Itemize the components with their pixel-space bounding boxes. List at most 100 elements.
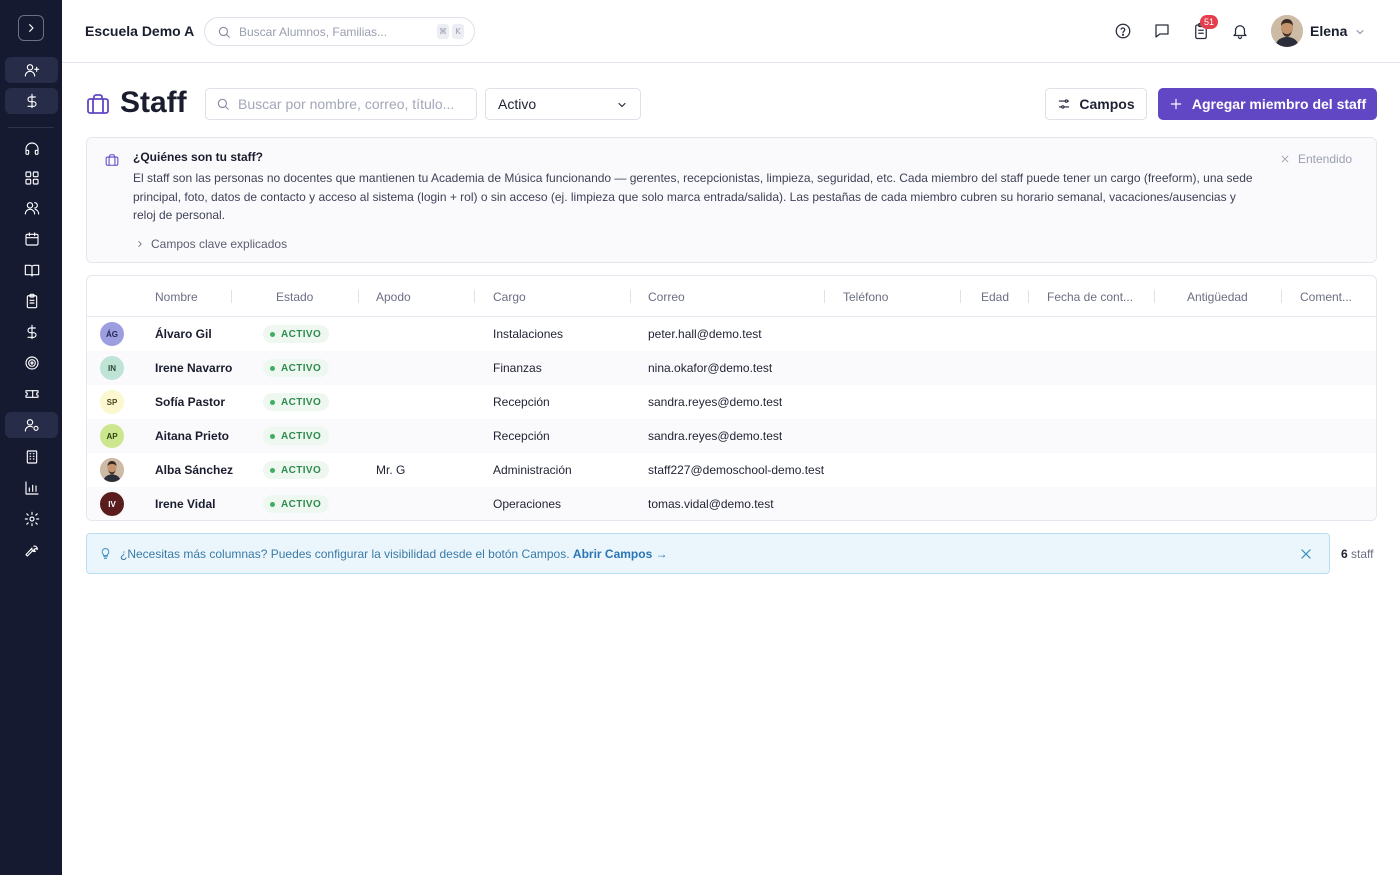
staff-name[interactable]: Sofía Pastor — [155, 395, 225, 409]
staff-nickname: Mr. G — [376, 463, 406, 477]
sidebar-item-settings[interactable] — [5, 506, 58, 532]
table-row[interactable]: SP Sofía Pastor ACTIVO Recepción sandra.… — [87, 385, 1376, 419]
staff-name[interactable]: Irene Vidal — [155, 497, 215, 511]
user-avatar[interactable] — [1271, 15, 1303, 47]
status-badge: ACTIVO — [263, 495, 330, 513]
sidebar-item-add-student[interactable] — [5, 57, 58, 83]
sidebar-expand-button[interactable] — [18, 15, 44, 41]
status-dot — [270, 399, 275, 405]
staff-email: tomas.vidal@demo.test — [648, 497, 774, 511]
key-fields-label: Campos clave explicados — [151, 237, 288, 251]
staff-table: Nombre Estado Apodo Cargo Correo Teléfon… — [86, 275, 1377, 521]
sidebar-item-events[interactable] — [5, 381, 58, 407]
status-badge: ACTIVO — [263, 325, 330, 343]
column-header-antiguedad[interactable]: Antigüedad — [1187, 290, 1248, 304]
column-resizer[interactable] — [630, 290, 631, 303]
search-icon — [218, 26, 230, 38]
messages-button[interactable] — [1152, 21, 1172, 41]
school-name[interactable]: Escuela Demo A — [85, 23, 194, 39]
status-dot — [270, 501, 275, 507]
key-fields-toggle[interactable]: Campos clave explicados — [135, 237, 287, 251]
table-row[interactable]: Alba Sánchez ACTIVO Mr. G Administración… — [87, 453, 1376, 487]
column-header-telefono[interactable]: Teléfono — [843, 290, 888, 304]
global-search-input[interactable]: Buscar Alumnos, Familias... ⌘ K — [204, 17, 475, 46]
sidebar-item-dashboard[interactable] — [5, 165, 58, 191]
columns-tip-banner: ¿Necesitas más columnas? Puedes configur… — [86, 533, 1330, 574]
staff-name[interactable]: Álvaro Gil — [155, 327, 212, 341]
sidebar-item-people[interactable] — [5, 195, 58, 221]
tip-text: ¿Necesitas más columnas? Puedes configur… — [120, 547, 668, 561]
table-row[interactable]: IN Irene Navarro ACTIVO Finanzas nina.ok… — [87, 351, 1376, 385]
plus-icon — [1170, 98, 1182, 110]
avatar-initials: AP — [106, 431, 118, 441]
sidebar-item-lessons[interactable] — [5, 257, 58, 283]
column-header-edad[interactable]: Edad — [981, 290, 1009, 304]
table-header: Nombre Estado Apodo Cargo Correo Teléfon… — [87, 276, 1376, 317]
staff-email: peter.hall@demo.test — [648, 327, 762, 341]
staff-role: Recepción — [493, 429, 550, 443]
column-resizer[interactable] — [824, 290, 825, 303]
notifications-button[interactable] — [1230, 21, 1250, 41]
sidebar-item-tools[interactable] — [5, 537, 58, 563]
column-resizer[interactable] — [231, 290, 232, 303]
avatar-initials: IN — [108, 363, 116, 373]
sidebar-divider — [8, 127, 54, 128]
close-icon — [1281, 155, 1289, 163]
avatar: IV — [100, 492, 124, 516]
staff-name[interactable]: Irene Navarro — [155, 361, 232, 375]
column-header-comentarios[interactable]: Coment... — [1300, 290, 1352, 304]
global-search-placeholder: Buscar Alumnos, Familias... — [239, 24, 388, 39]
dollar-icon — [26, 324, 37, 340]
column-resizer[interactable] — [1028, 290, 1029, 303]
column-header-fecha-contratacion[interactable]: Fecha de cont... — [1047, 290, 1133, 304]
page-title: Staff — [120, 86, 187, 119]
sidebar-item-staff[interactable] — [5, 412, 58, 438]
headset-icon — [24, 142, 39, 155]
column-header-estado[interactable]: Estado — [276, 290, 313, 304]
column-header-correo[interactable]: Correo — [648, 290, 685, 304]
column-header-nombre[interactable]: Nombre — [155, 290, 198, 304]
column-resizer[interactable] — [960, 290, 961, 303]
dismiss-info-button[interactable]: Entendido — [1280, 152, 1352, 166]
fields-button[interactable]: Campos — [1045, 88, 1147, 120]
column-header-cargo[interactable]: Cargo — [493, 290, 526, 304]
status-dot — [270, 433, 275, 439]
sidebar-item-support[interactable] — [5, 136, 58, 162]
column-resizer[interactable] — [1281, 290, 1282, 303]
staff-email: staff227@demoschool-demo.test — [648, 463, 824, 477]
staff-role: Operaciones — [493, 497, 562, 511]
help-button[interactable] — [1113, 21, 1133, 41]
sidebar-item-tasks[interactable] — [5, 288, 58, 314]
staff-name[interactable]: Aitana Prieto — [155, 429, 229, 443]
staff-email: sandra.reyes@demo.test — [648, 395, 783, 409]
add-staff-button[interactable]: Agregar miembro del staff — [1158, 88, 1377, 120]
top-bar: Escuela Demo A Buscar Alumnos, Familias.… — [62, 0, 1400, 63]
table-row[interactable]: AP Aitana Prieto ACTIVO Recepción sandra… — [87, 419, 1376, 453]
user-name[interactable]: Elena — [1310, 23, 1347, 39]
staff-search-input[interactable]: Buscar por nombre, correo, título... — [205, 88, 477, 120]
open-fields-link[interactable]: Abrir Campos → — [573, 547, 668, 561]
sidebar-item-locations[interactable] — [5, 444, 58, 470]
column-resizer[interactable] — [1154, 290, 1155, 303]
table-row[interactable]: ÁG Álvaro Gil ACTIVO Instalaciones peter… — [87, 317, 1376, 351]
sidebar-item-goals[interactable] — [5, 350, 58, 376]
table-row[interactable]: IV Irene Vidal ACTIVO Operaciones tomas.… — [87, 487, 1376, 520]
dismiss-info-label: Entendido — [1298, 152, 1353, 166]
close-icon — [1301, 549, 1311, 559]
staff-role: Instalaciones — [493, 327, 564, 341]
status-filter-select[interactable]: Activo — [485, 88, 641, 120]
sidebar-item-payments[interactable] — [5, 88, 58, 114]
status-label: ACTIVO — [281, 396, 322, 408]
close-tip-button[interactable] — [1299, 547, 1313, 561]
sidebar-item-billing[interactable] — [5, 319, 58, 345]
column-resizer[interactable] — [358, 290, 359, 303]
user-menu-toggle[interactable] — [1354, 25, 1366, 37]
sidebar-item-reports[interactable] — [5, 475, 58, 501]
staff-role: Finanzas — [493, 361, 542, 375]
sidebar-item-calendar[interactable] — [5, 226, 58, 252]
user-photo-icon — [1271, 15, 1303, 47]
column-header-apodo[interactable]: Apodo — [376, 290, 411, 304]
staff-name[interactable]: Alba Sánchez — [155, 463, 233, 477]
column-resizer[interactable] — [474, 290, 475, 303]
calendar-icon — [24, 232, 39, 246]
